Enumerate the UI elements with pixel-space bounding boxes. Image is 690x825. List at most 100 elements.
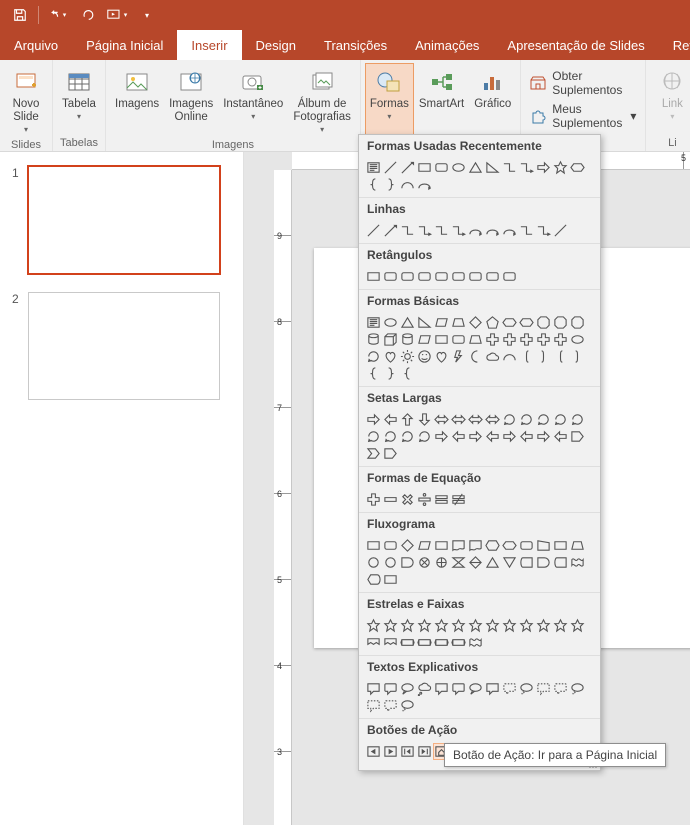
tab-arquivo[interactable]: Arquivo bbox=[0, 30, 72, 60]
link-button[interactable]: Link ▾ bbox=[650, 63, 690, 135]
shape-bolt[interactable] bbox=[450, 348, 467, 365]
shape-arrowLR[interactable] bbox=[433, 411, 450, 428]
shape-diamond[interactable] bbox=[467, 314, 484, 331]
shape-rect[interactable] bbox=[433, 331, 450, 348]
shape-ellipse[interactable] bbox=[569, 331, 586, 348]
shape-display[interactable] bbox=[365, 571, 382, 588]
photo-album-button[interactable]: Álbum de Fotografias ▾ bbox=[288, 63, 356, 137]
shape-rect[interactable] bbox=[365, 268, 382, 285]
shape-plus[interactable] bbox=[518, 331, 535, 348]
shape-stored[interactable] bbox=[552, 554, 569, 571]
shape-circArrow[interactable] bbox=[382, 428, 399, 445]
shape-prep[interactable] bbox=[484, 537, 501, 554]
shape-banner[interactable] bbox=[416, 634, 433, 651]
shape-rect[interactable] bbox=[433, 537, 450, 554]
shape-line[interactable] bbox=[382, 159, 399, 176]
shape-star5[interactable] bbox=[501, 617, 518, 634]
shape-roundrect[interactable] bbox=[433, 268, 450, 285]
shape-banner[interactable] bbox=[399, 634, 416, 651]
shape-trapezoid[interactable] bbox=[467, 331, 484, 348]
shape-callOval[interactable] bbox=[467, 680, 484, 697]
shape-rarrow[interactable] bbox=[501, 428, 518, 445]
shape-elbowArr[interactable] bbox=[416, 222, 433, 239]
shape-elbow[interactable] bbox=[399, 222, 416, 239]
shape-arrowL[interactable] bbox=[484, 428, 501, 445]
shape-star5[interactable] bbox=[535, 617, 552, 634]
shape-rarrow[interactable] bbox=[365, 411, 382, 428]
shape-hex[interactable] bbox=[501, 314, 518, 331]
shape-parallelogram[interactable] bbox=[433, 314, 450, 331]
tab-apresentacao-slides[interactable]: Apresentação de Slides bbox=[493, 30, 658, 60]
shape-roundrect[interactable] bbox=[416, 268, 433, 285]
shape-roundrect[interactable] bbox=[467, 268, 484, 285]
shape-pent[interactable] bbox=[484, 314, 501, 331]
shape-triangle[interactable] bbox=[399, 314, 416, 331]
shape-star5[interactable] bbox=[382, 617, 399, 634]
shape-callRect[interactable] bbox=[433, 680, 450, 697]
shape-elbowArr[interactable] bbox=[450, 222, 467, 239]
save-icon[interactable] bbox=[6, 1, 34, 29]
shape-parallelogram[interactable] bbox=[416, 331, 433, 348]
shape-neq[interactable] bbox=[450, 491, 467, 508]
shape-elbow[interactable] bbox=[433, 222, 450, 239]
shape-callRect[interactable] bbox=[484, 680, 501, 697]
shape-callRound[interactable] bbox=[552, 680, 569, 697]
shape-roundrect[interactable] bbox=[501, 268, 518, 285]
shape-line[interactable] bbox=[552, 222, 569, 239]
shape-lineArrow[interactable] bbox=[399, 159, 416, 176]
present-from-icon[interactable]: ▾ bbox=[103, 1, 131, 29]
shape-line[interactable] bbox=[365, 222, 382, 239]
shape-delay[interactable] bbox=[399, 554, 416, 571]
shape-rarrow[interactable] bbox=[467, 428, 484, 445]
shape-hex[interactable] bbox=[501, 537, 518, 554]
shape-star5[interactable] bbox=[416, 617, 433, 634]
shape-arrowLR[interactable] bbox=[450, 411, 467, 428]
shape-actEnd[interactable] bbox=[416, 743, 433, 760]
shape-callOval[interactable] bbox=[518, 680, 535, 697]
shape-textbox[interactable] bbox=[365, 314, 382, 331]
shape-callRect[interactable] bbox=[535, 680, 552, 697]
shape-star5[interactable] bbox=[433, 617, 450, 634]
shape-trapezoid[interactable] bbox=[569, 537, 586, 554]
shape-arrowU[interactable] bbox=[399, 411, 416, 428]
my-addins-button[interactable]: Meus Suplementos ▾ bbox=[525, 100, 641, 132]
shape-star5[interactable] bbox=[484, 617, 501, 634]
shape-arc[interactable] bbox=[501, 348, 518, 365]
tab-animacoes[interactable]: Animações bbox=[401, 30, 493, 60]
shape-star5[interactable] bbox=[365, 617, 382, 634]
shape-roundrect[interactable] bbox=[450, 331, 467, 348]
shape-arrowD[interactable] bbox=[416, 411, 433, 428]
shape-elbow[interactable] bbox=[518, 222, 535, 239]
tab-pagina-inicial[interactable]: Página Inicial bbox=[72, 30, 177, 60]
shape-arrowLR[interactable] bbox=[484, 411, 501, 428]
shape-callRect[interactable] bbox=[365, 697, 382, 714]
shape-bracketL[interactable] bbox=[552, 348, 569, 365]
shape-elbowArr[interactable] bbox=[535, 222, 552, 239]
shape-braceL[interactable] bbox=[365, 365, 382, 382]
shape-collate[interactable] bbox=[450, 554, 467, 571]
shape-circArrow[interactable] bbox=[518, 411, 535, 428]
shape-callRound[interactable] bbox=[450, 680, 467, 697]
shape-callOval[interactable] bbox=[569, 680, 586, 697]
tab-transicoes[interactable]: Transições bbox=[310, 30, 401, 60]
shape-triangle[interactable] bbox=[467, 159, 484, 176]
shape-oct[interactable] bbox=[569, 314, 586, 331]
shape-lineArrow[interactable] bbox=[382, 222, 399, 239]
shape-mult[interactable] bbox=[399, 491, 416, 508]
shape-sun[interactable] bbox=[399, 348, 416, 365]
shape-actFwd[interactable] bbox=[382, 743, 399, 760]
shape-rtriangle[interactable] bbox=[416, 314, 433, 331]
get-addins-button[interactable]: Obter Suplementos bbox=[525, 67, 641, 99]
shape-ribbon[interactable] bbox=[365, 634, 382, 651]
shape-arc[interactable] bbox=[399, 176, 416, 193]
shape-bracketL[interactable] bbox=[518, 348, 535, 365]
shape-rtriangle[interactable] bbox=[484, 159, 501, 176]
shape-sort[interactable] bbox=[467, 554, 484, 571]
shape-banner[interactable] bbox=[433, 634, 450, 651]
shape-ellipse[interactable] bbox=[450, 159, 467, 176]
shape-merge[interactable] bbox=[501, 554, 518, 571]
shape-chevR[interactable] bbox=[365, 445, 382, 462]
shape-textbox[interactable] bbox=[365, 159, 382, 176]
shape-roundrect[interactable] bbox=[433, 159, 450, 176]
shape-rect[interactable] bbox=[416, 159, 433, 176]
